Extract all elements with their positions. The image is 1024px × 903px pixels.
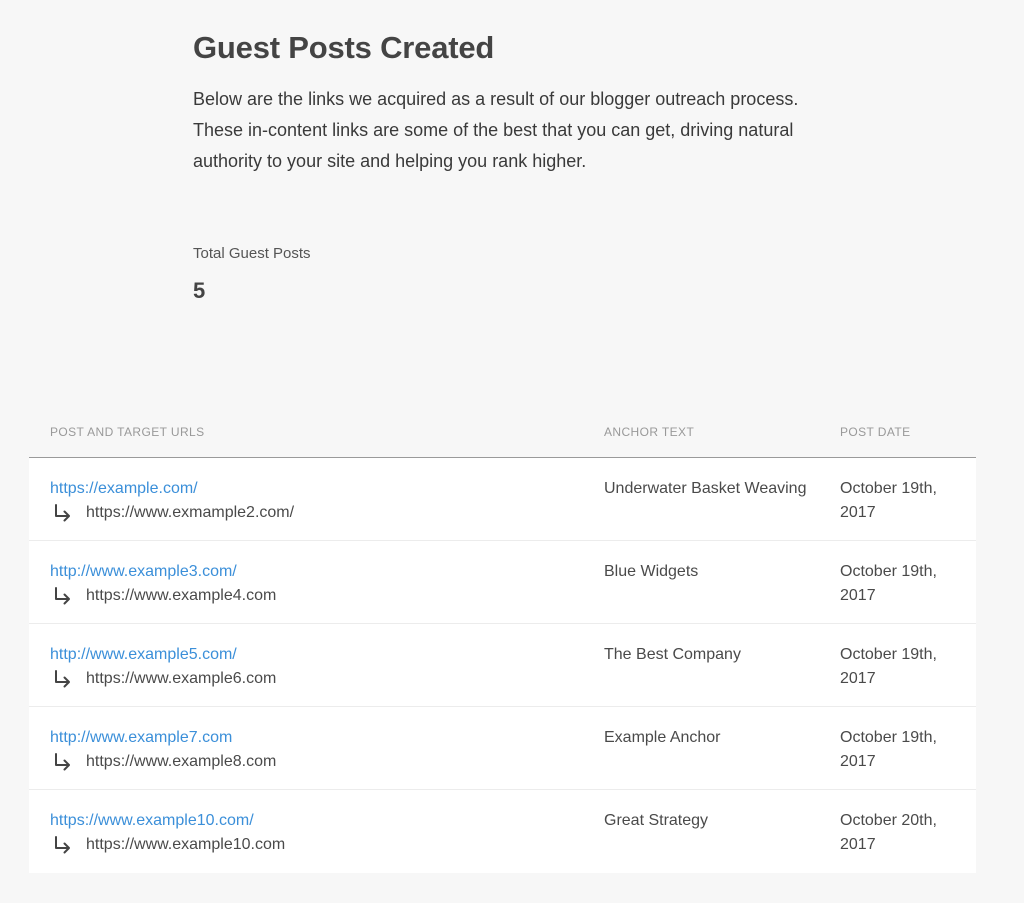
guest-posts-table: POST AND TARGET URLS ANCHOR TEXT POST DA…	[29, 420, 976, 873]
table-row: https://example.com/ https://www.exmampl…	[29, 458, 976, 541]
return-arrow-icon	[55, 587, 70, 605]
return-arrow-icon	[55, 504, 70, 522]
urls-cell: http://www.example7.com https://www.exam…	[29, 707, 584, 789]
total-guest-posts-stat: Total Guest Posts 5	[193, 244, 311, 304]
stat-label: Total Guest Posts	[193, 245, 311, 262]
table-header: POST AND TARGET URLS ANCHOR TEXT POST DA…	[29, 420, 976, 458]
target-url-text: https://www.example10.com	[86, 836, 286, 853]
post-url-link[interactable]: http://www.example5.com/	[50, 643, 584, 667]
post-date-cell: October 19th, 2017	[840, 729, 937, 770]
target-url-text: https://www.example4.com	[86, 587, 277, 604]
table-row: http://www.example3.com/ https://www.exa…	[29, 541, 976, 624]
return-arrow-icon	[55, 836, 70, 854]
urls-cell: https://example.com/ https://www.exmampl…	[29, 458, 584, 540]
anchor-text-cell: Blue Widgets	[604, 563, 699, 580]
table-row: http://www.example5.com/ https://www.exa…	[29, 624, 976, 707]
post-url-link[interactable]: http://www.example3.com/	[50, 560, 584, 584]
target-url: https://www.exmample2.com/	[50, 501, 584, 525]
return-arrow-icon	[55, 670, 70, 688]
column-header-urls: POST AND TARGET URLS	[50, 425, 205, 439]
stat-value: 5	[193, 278, 206, 303]
target-url-text: https://www.example6.com	[86, 670, 277, 687]
target-url-text: https://www.exmample2.com/	[86, 504, 295, 521]
table-row: https://www.example10.com/ https://www.e…	[29, 790, 976, 873]
post-date-cell: October 19th, 2017	[840, 563, 937, 604]
column-header-date: POST DATE	[840, 425, 911, 439]
return-arrow-icon	[55, 753, 70, 771]
column-header-anchor: ANCHOR TEXT	[604, 425, 695, 439]
intro-section: Guest Posts Created Below are the links …	[193, 28, 833, 177]
urls-cell: http://www.example3.com/ https://www.exa…	[29, 541, 584, 623]
post-date-cell: October 20th, 2017	[840, 812, 937, 853]
post-date-cell: October 19th, 2017	[840, 646, 937, 687]
urls-cell: http://www.example5.com/ https://www.exa…	[29, 624, 584, 706]
post-url-link[interactable]: http://www.example7.com	[50, 726, 584, 750]
anchor-text-cell: Great Strategy	[604, 812, 709, 829]
table-row: http://www.example7.com https://www.exam…	[29, 707, 976, 790]
post-url-link[interactable]: https://www.example10.com/	[50, 809, 584, 833]
target-url: https://www.example6.com	[50, 667, 584, 691]
target-url: https://www.example4.com	[50, 584, 584, 608]
anchor-text-cell: Underwater Basket Weaving	[604, 480, 807, 497]
target-url-text: https://www.example8.com	[86, 753, 277, 770]
anchor-text-cell: Example Anchor	[604, 729, 721, 746]
urls-cell: https://www.example10.com/ https://www.e…	[29, 790, 584, 873]
anchor-text-cell: The Best Company	[604, 646, 741, 663]
target-url: https://www.example10.com	[50, 833, 584, 857]
page-title: Guest Posts Created	[193, 30, 495, 65]
page-description: Below are the links we acquired as a res…	[193, 89, 799, 171]
post-date-cell: October 19th, 2017	[840, 480, 937, 521]
post-url-link[interactable]: https://example.com/	[50, 477, 584, 501]
target-url: https://www.example8.com	[50, 750, 584, 774]
